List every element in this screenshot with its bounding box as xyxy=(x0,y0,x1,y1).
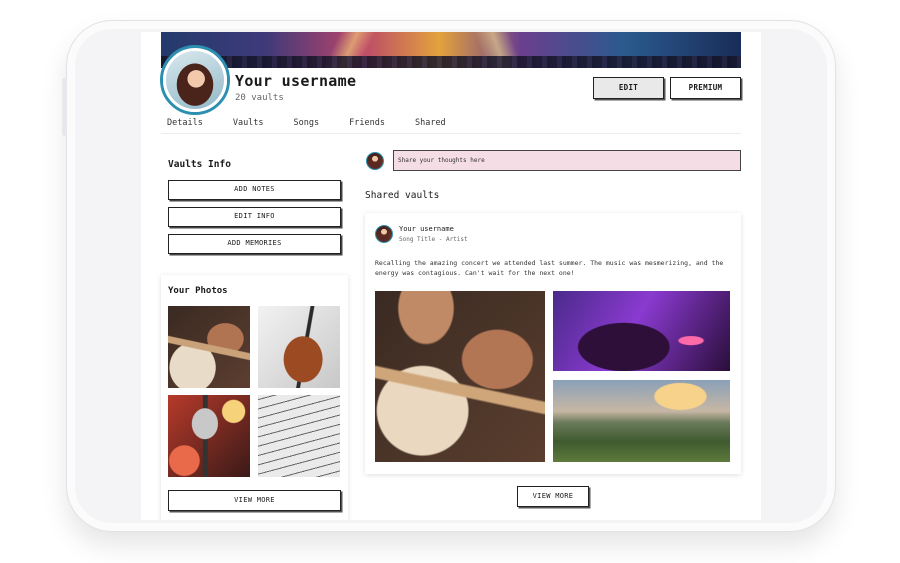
cover-image xyxy=(161,32,741,68)
shared-post-card: Your username Song Title - Artist Recall… xyxy=(365,213,741,474)
tab-details[interactable]: Details xyxy=(167,118,203,132)
tabs-divider xyxy=(161,133,741,134)
tab-friends[interactable]: Friends xyxy=(349,118,385,132)
tab-vaults[interactable]: Vaults xyxy=(233,118,264,132)
post-username[interactable]: Your username xyxy=(399,225,454,233)
post-image-dj-deck[interactable] xyxy=(553,291,730,371)
post-text: Recalling the amazing concert we attende… xyxy=(375,259,724,277)
profile-username: Your username xyxy=(235,72,357,90)
post-song: Song Title - Artist xyxy=(399,236,468,243)
tablet-side-button xyxy=(62,78,67,136)
photo-violin[interactable] xyxy=(258,306,340,388)
composer-avatar xyxy=(366,152,384,170)
premium-button[interactable]: PREMIUM xyxy=(670,77,741,99)
thoughts-input[interactable]: Share your thoughts here xyxy=(393,150,741,171)
tab-shared[interactable]: Shared xyxy=(415,118,446,132)
add-notes-button[interactable]: ADD NOTES xyxy=(168,180,341,200)
shared-vaults-title: Shared vaults xyxy=(365,190,440,201)
post-image-guitar[interactable] xyxy=(375,291,545,462)
photos-title: Your Photos xyxy=(168,286,228,296)
photo-sheet-music[interactable] xyxy=(258,395,340,477)
add-memories-button[interactable]: ADD MEMORIES xyxy=(168,234,341,254)
post-image-landscape[interactable] xyxy=(553,380,730,462)
profile-tabs: Details Vaults Songs Friends Shared xyxy=(167,118,476,132)
vaults-info-title: Vaults Info xyxy=(168,159,231,170)
feed-view-more-button[interactable]: VIEW MORE xyxy=(517,486,589,507)
tab-songs[interactable]: Songs xyxy=(294,118,320,132)
profile-avatar[interactable] xyxy=(163,48,227,112)
post-avatar[interactable] xyxy=(375,225,393,243)
app-screen: Your username 20 vaults EDIT PREMIUM Det… xyxy=(141,32,761,520)
photo-microphone[interactable] xyxy=(168,395,250,477)
profile-vault-count: 20 vaults xyxy=(235,93,284,103)
photo-guitar[interactable] xyxy=(168,306,250,388)
photos-card: Your Photos VIEW MORE xyxy=(161,275,348,520)
cover-crowd xyxy=(161,56,741,68)
edit-button[interactable]: EDIT xyxy=(593,77,664,99)
edit-info-button[interactable]: EDIT INFO xyxy=(168,207,341,227)
photos-view-more-button[interactable]: VIEW MORE xyxy=(168,490,341,511)
